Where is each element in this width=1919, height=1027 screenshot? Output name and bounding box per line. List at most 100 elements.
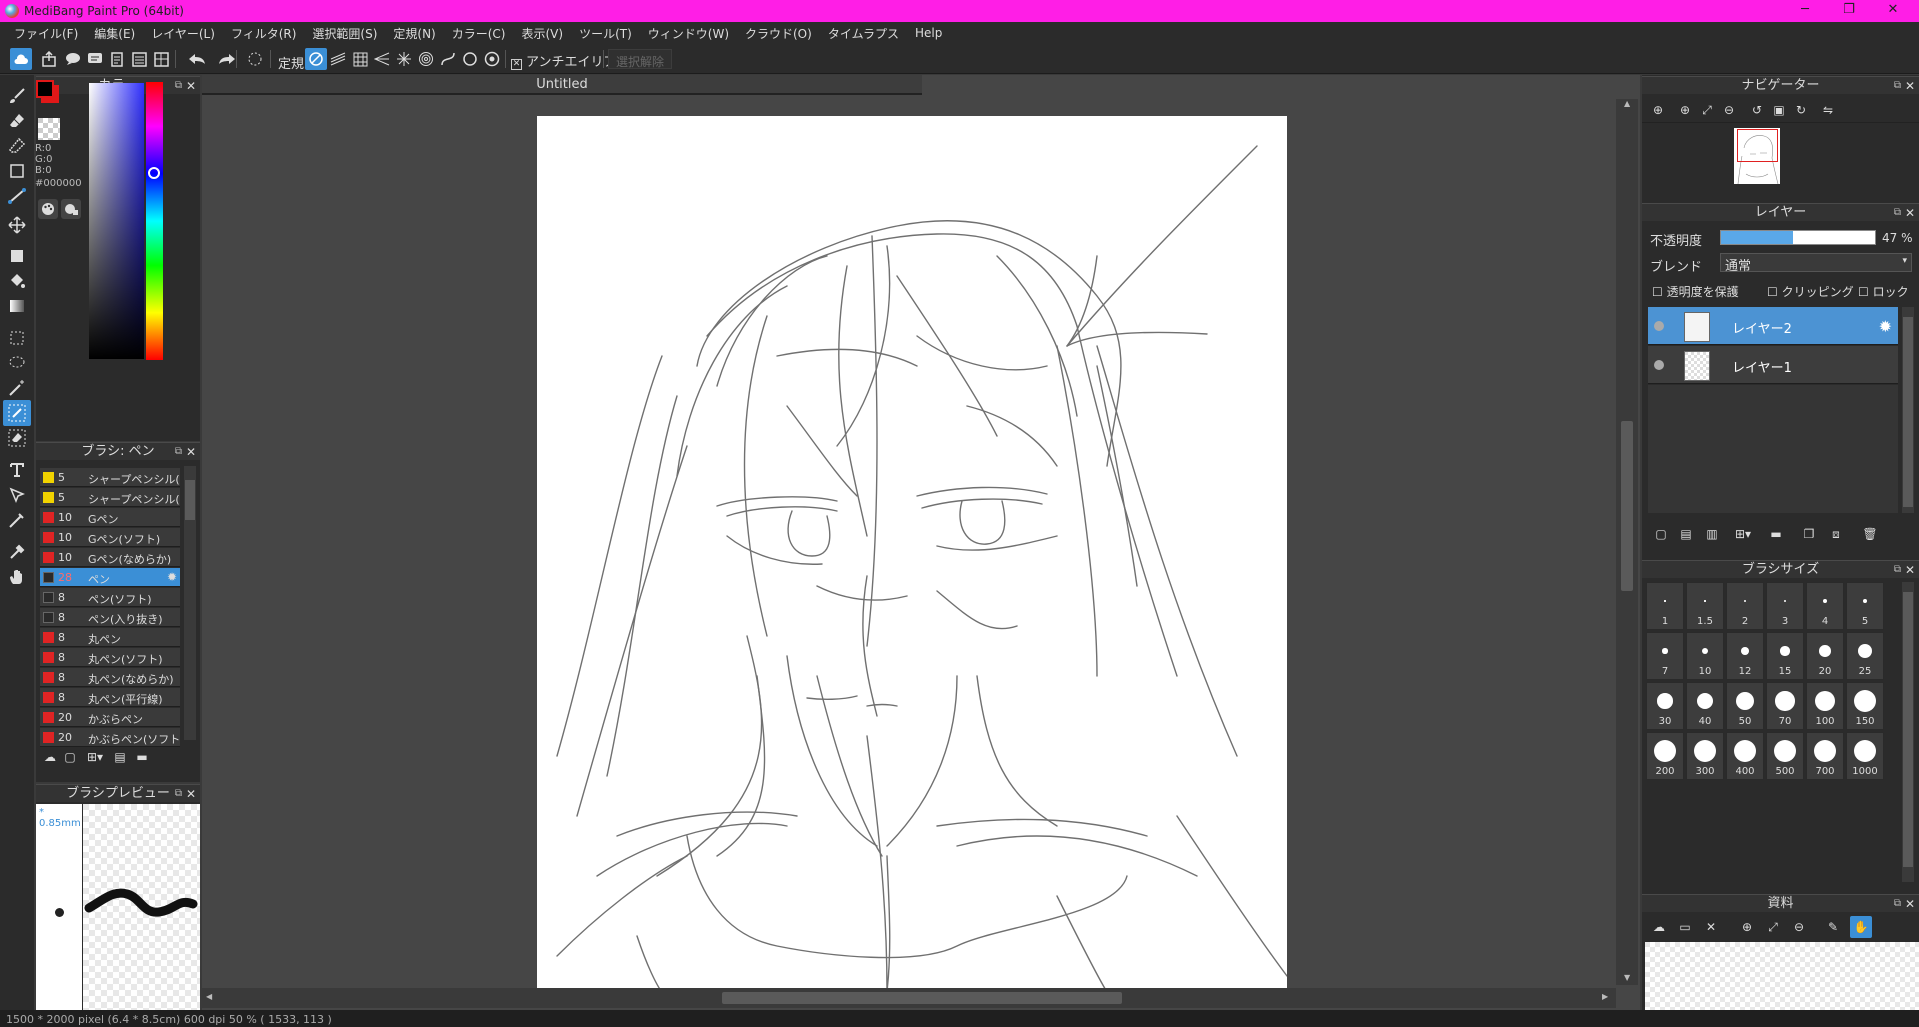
brush-item[interactable]: 8 ペン(入り抜き) [40, 608, 180, 627]
material-fit-icon[interactable]: ⤢ [1762, 916, 1784, 938]
brush-size-option[interactable]: 25 [1846, 632, 1884, 680]
brush-item[interactable]: 5 シャープペンシル(E [40, 468, 180, 487]
dot-eraser-tool-icon[interactable] [3, 133, 31, 159]
close-icon[interactable]: ✕ [1905, 77, 1915, 95]
brush-size-option[interactable]: 7 [1646, 632, 1684, 680]
canvas-vertical-scrollbar[interactable]: ▲ ▼ [1616, 99, 1638, 985]
brush-settings-gear-icon[interactable]: ✹ [167, 570, 177, 584]
move-tool-icon[interactable] [3, 212, 31, 238]
new-brush-icon[interactable]: ▢ [60, 748, 80, 766]
select-eraser-tool-icon[interactable] [3, 425, 31, 451]
brush-item[interactable]: 8 丸ペン(なめらか) [40, 668, 180, 687]
snap-off-icon[interactable] [305, 48, 327, 70]
foreground-color-swatch[interactable] [36, 80, 54, 98]
close-icon[interactable]: ✕ [186, 443, 196, 461]
brush-size-option[interactable]: 10 [1686, 632, 1724, 680]
brush-size-option[interactable]: 500 [1766, 732, 1804, 780]
gradient-tool-icon[interactable] [3, 293, 31, 319]
brush-item[interactable]: 10 Gペン [40, 508, 180, 527]
new-layer-icon[interactable]: ▢ [1651, 525, 1671, 543]
material-hand-icon[interactable]: ✋ [1850, 916, 1872, 938]
undock-icon[interactable]: ⧉ [175, 77, 182, 95]
close-icon[interactable]: ✕ [1905, 895, 1915, 913]
grid-page-icon[interactable] [150, 48, 172, 70]
brush-size-option[interactable]: 300 [1686, 732, 1724, 780]
stroke-tool-icon[interactable] [3, 183, 31, 209]
material-zoom-in-icon[interactable]: ⊕ [1736, 916, 1758, 938]
brush-list-scrollbar[interactable] [184, 466, 196, 740]
menu-file[interactable]: ファイル(F) [6, 25, 86, 42]
undock-icon[interactable]: ⧉ [175, 785, 182, 803]
transparent-color-swatch[interactable] [38, 118, 60, 140]
undock-icon[interactable]: ⧉ [1894, 561, 1901, 579]
layer-row[interactable]: レイヤー1 [1648, 346, 1898, 384]
add-layer-menu-icon[interactable]: ⊞▾ [1728, 525, 1758, 543]
blend-mode-select[interactable]: 通常 ▾ [1720, 253, 1912, 274]
radial-snap-icon[interactable] [393, 48, 415, 70]
new-8bit-layer-icon[interactable]: ▥ [1702, 525, 1722, 543]
concentric-snap-icon[interactable] [415, 48, 437, 70]
menu-select[interactable]: 選択範囲(S) [304, 25, 385, 42]
brush-item[interactable]: 28 ペン ✹ [40, 568, 180, 587]
undock-icon[interactable]: ⧉ [1894, 895, 1901, 913]
duplicate-layer-icon[interactable]: ❐ [1799, 525, 1819, 543]
menu-help[interactable]: Help [907, 26, 950, 40]
brush-size-option[interactable]: 1 [1646, 582, 1684, 630]
brush-size-option[interactable]: 1.5 [1686, 582, 1724, 630]
brush-size-option[interactable]: 2 [1726, 582, 1764, 630]
protect-alpha-checkbox[interactable]: ☐ 透明度を保護 [1652, 283, 1739, 300]
open-material-icon[interactable]: ▭ [1674, 916, 1696, 938]
color-set-icon[interactable] [61, 199, 81, 219]
undock-icon[interactable]: ⧉ [1894, 204, 1901, 222]
brush-size-option[interactable]: 40 [1686, 682, 1724, 730]
page-list-icon[interactable] [128, 48, 150, 70]
brush-size-option[interactable]: 150 [1846, 682, 1884, 730]
snap-settings-icon[interactable] [481, 48, 503, 70]
brush-size-option[interactable]: 5 [1846, 582, 1884, 630]
brush-item[interactable]: 5 シャープペンシル(6 [40, 488, 180, 507]
zoom-out-icon[interactable]: ⊖ [1719, 100, 1739, 120]
brush-size-option[interactable]: 20 [1806, 632, 1844, 680]
fit-screen-icon[interactable]: ⤢ [1697, 100, 1717, 120]
deselect-button[interactable]: 選択解除 [608, 49, 673, 69]
brush-item[interactable]: 8 丸ペン(ソフト) [40, 648, 180, 667]
curve-snap-icon[interactable] [437, 48, 459, 70]
grid-snap-icon[interactable] [349, 48, 371, 70]
circle-snap-icon[interactable] [459, 48, 481, 70]
visibility-icon[interactable] [1654, 360, 1664, 370]
vanishing-point-icon[interactable] [371, 48, 393, 70]
delete-layer-icon[interactable]: 🗑 [1860, 525, 1880, 543]
lasso-tool-icon[interactable] [3, 350, 31, 376]
close-icon[interactable]: ✕ [1905, 204, 1915, 222]
material-eyedropper-icon[interactable]: ✎ [1822, 916, 1844, 938]
material-zoom-out-icon[interactable]: ⊖ [1788, 916, 1810, 938]
drawing-canvas[interactable] [537, 116, 1287, 992]
close-icon[interactable]: ✕ [186, 785, 196, 803]
undo-icon[interactable] [184, 48, 210, 70]
brush-item[interactable]: 8 ペン(ソフト) [40, 588, 180, 607]
select-pen-tool-icon[interactable] [3, 400, 31, 426]
flip-icon[interactable]: ⇋ [1818, 100, 1838, 120]
navigator-view-rect[interactable] [1737, 129, 1778, 162]
brush-size-scrollbar[interactable] [1902, 582, 1914, 882]
brush-settings-icon[interactable]: ▤ [110, 748, 130, 766]
brush-size-option[interactable]: 700 [1806, 732, 1844, 780]
eyedropper-tool-icon[interactable] [3, 539, 31, 565]
cloud-save-icon[interactable] [10, 48, 32, 70]
brush-item[interactable]: 20 かぶらペン(ソフト) [40, 728, 180, 747]
layer-folder-icon[interactable]: ▬ [1766, 525, 1786, 543]
select-rect-tool-icon[interactable] [3, 325, 31, 351]
menu-tool[interactable]: ツール(T) [571, 25, 640, 42]
brush-size-option[interactable]: 70 [1766, 682, 1804, 730]
hue-slider-handle[interactable] [148, 167, 160, 179]
lock-checkbox[interactable]: ☐ ロック [1858, 283, 1909, 300]
cloud-brush-icon[interactable]: ☁ [40, 748, 60, 766]
saturation-value-picker[interactable] [89, 83, 144, 359]
menu-ruler[interactable]: 定規(N) [385, 25, 443, 42]
eraser-tool-icon[interactable] [3, 108, 31, 134]
opacity-slider[interactable] [1720, 230, 1876, 245]
operation-tool-icon[interactable] [3, 482, 31, 508]
brush-item[interactable]: 10 Gペン(ソフト) [40, 528, 180, 547]
rotate-right-icon[interactable]: ↻ [1791, 100, 1811, 120]
brush-item[interactable]: 10 Gペン(なめらか) [40, 548, 180, 567]
